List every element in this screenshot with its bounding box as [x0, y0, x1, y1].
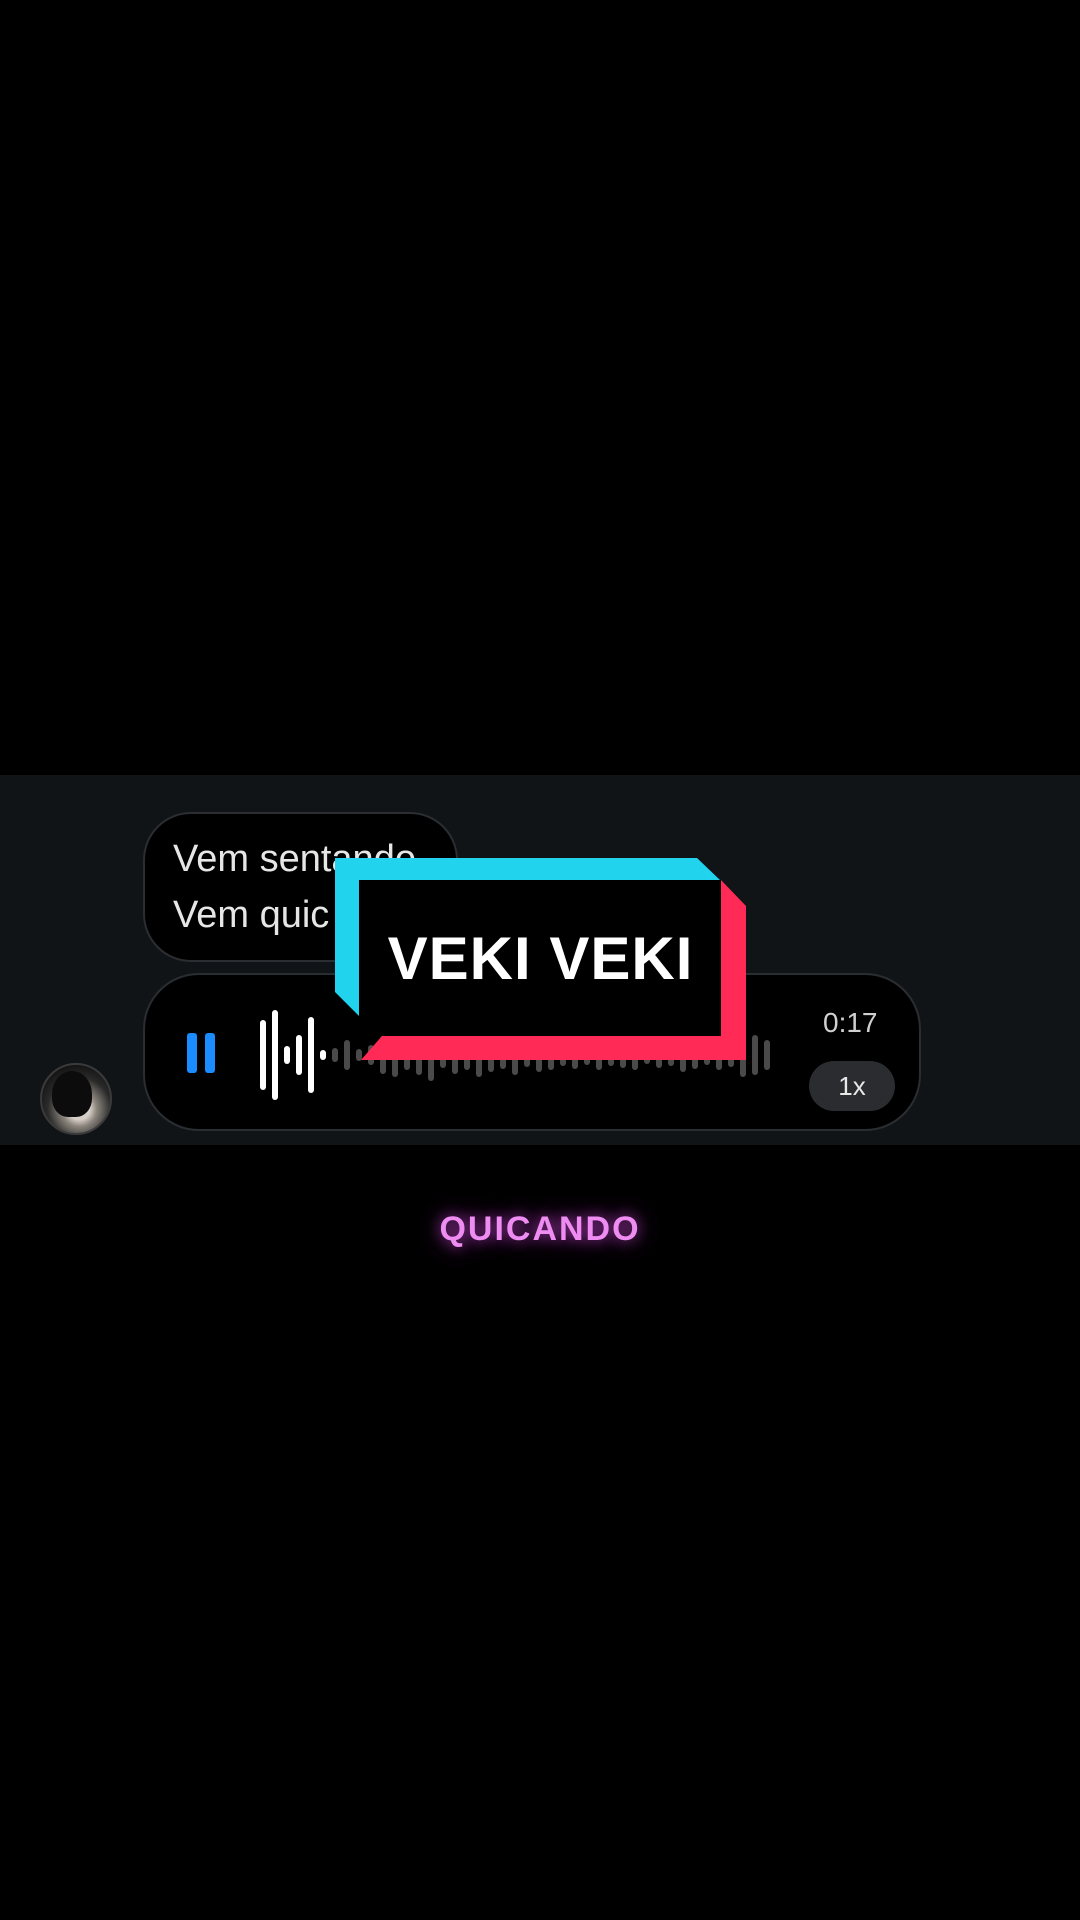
pause-icon[interactable]: [187, 1033, 215, 1073]
waveform-bar: [296, 1035, 302, 1075]
title-text: VEKI VEKI: [387, 925, 694, 992]
message-line: Vem quic: [173, 894, 330, 936]
lyric-caption: QUICANDO: [439, 1210, 641, 1248]
waveform-bar: [308, 1017, 314, 1093]
waveform-bar: [272, 1010, 278, 1100]
title-overlay: VEKI VEKI: [335, 858, 746, 1060]
waveform-bar: [320, 1050, 326, 1060]
playback-speed-button[interactable]: 1x: [809, 1061, 895, 1111]
waveform-bar: [752, 1035, 758, 1075]
waveform-bar: [764, 1040, 770, 1070]
waveform-bar: [284, 1046, 290, 1064]
voice-duration: 0:17: [823, 1007, 878, 1038]
avatar[interactable]: [40, 1063, 112, 1135]
waveform-bar: [260, 1020, 266, 1090]
